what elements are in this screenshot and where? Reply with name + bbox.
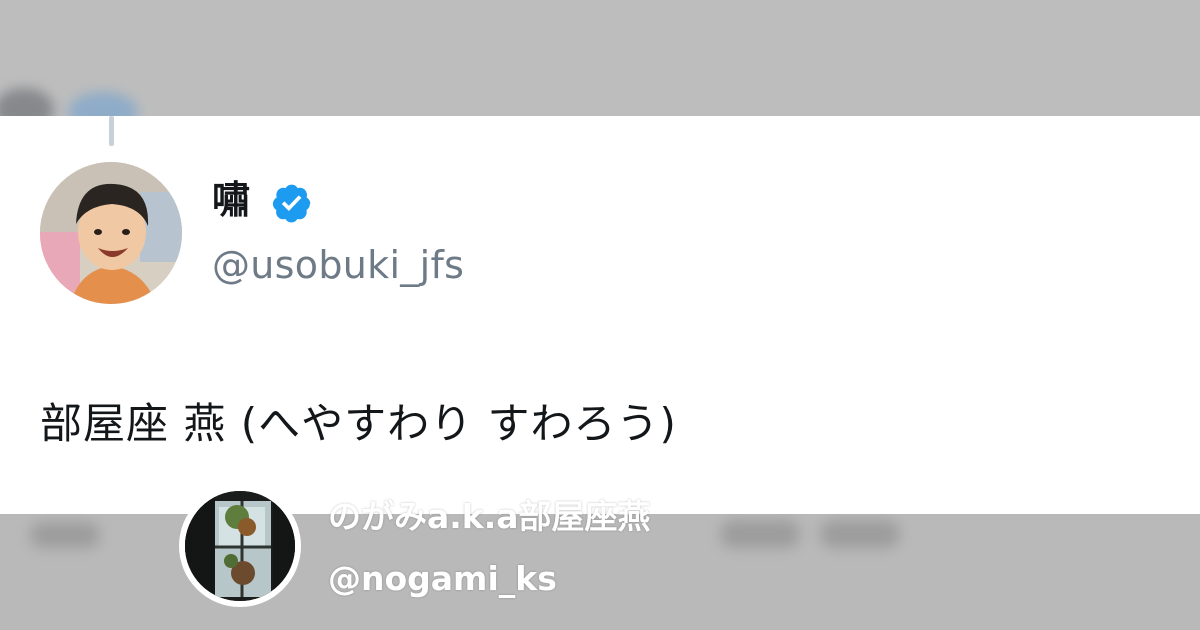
user-avatar[interactable]	[40, 162, 182, 304]
verified-badge-icon	[272, 184, 311, 223]
author-name[interactable]: のがみa.k.a部屋座燕	[328, 496, 651, 538]
thread-connector-line	[109, 116, 114, 146]
tweet-text: 部屋座 燕 (へやすわり すわろう)	[40, 399, 677, 448]
blurred-shape	[820, 520, 900, 548]
display-name[interactable]: 嘯	[212, 178, 250, 222]
author-handle[interactable]: @nogami_ks	[328, 558, 557, 600]
blurred-shape	[30, 522, 100, 548]
blurred-background-top	[0, 0, 1200, 132]
blurred-shape	[720, 520, 800, 548]
user-handle[interactable]: @usobuki_jfs	[212, 242, 464, 288]
author-avatar[interactable]	[179, 485, 301, 607]
author-avatar-photo	[185, 491, 295, 601]
tweet-card[interactable]: 嘯 @usobuki_jfs 部屋座 燕 (へやすわり すわろう)	[0, 116, 1200, 514]
avatar-photo	[40, 162, 182, 304]
